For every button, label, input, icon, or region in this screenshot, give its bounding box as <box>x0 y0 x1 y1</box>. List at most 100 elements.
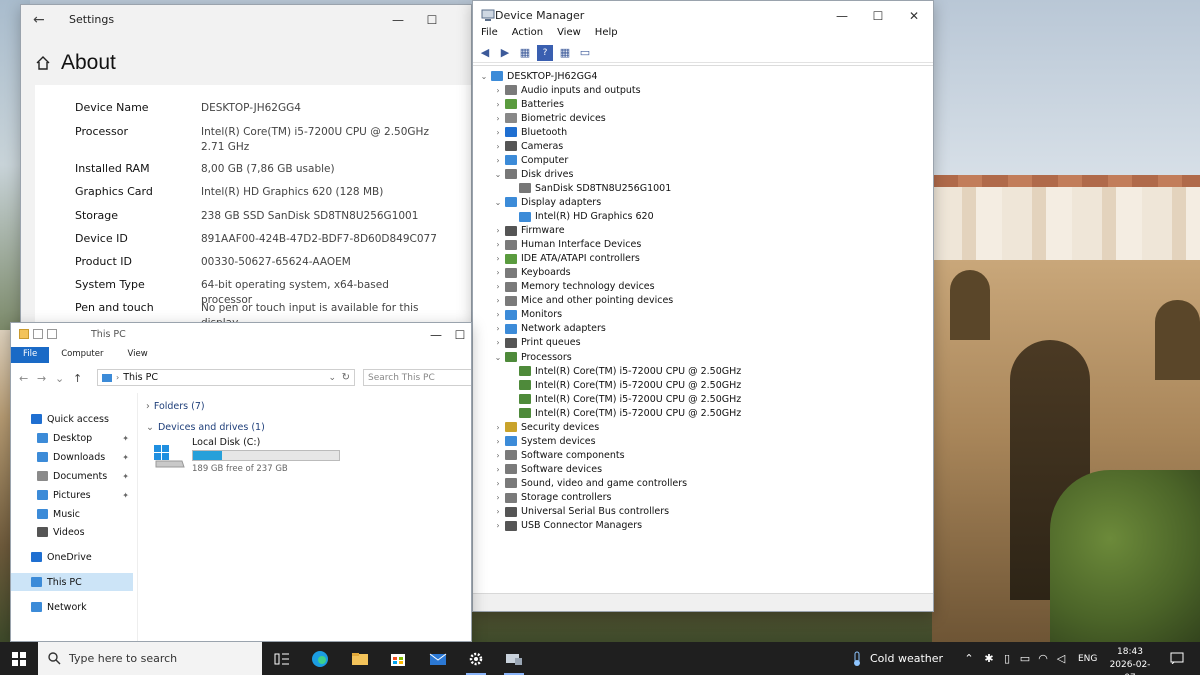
tree-node[interactable]: › Computer <box>493 153 568 167</box>
pin-icon[interactable]: ✦ <box>122 472 129 481</box>
weather-widget[interactable]: Cold weather <box>852 642 943 675</box>
chevron-right-icon[interactable]: › <box>493 493 503 502</box>
tree-node[interactable]: › Universal Serial Bus controllers <box>493 505 669 519</box>
chevron-right-icon[interactable]: › <box>493 226 503 235</box>
chevron-right-icon[interactable]: › <box>493 156 503 165</box>
file-explorer-icon[interactable] <box>342 642 378 675</box>
nav-item[interactable]: Network <box>11 598 133 616</box>
explorer-titlebar[interactable]: This PC — ☐ <box>11 323 471 347</box>
maximize-icon[interactable]: ☐ <box>447 323 471 347</box>
task-view-icon[interactable] <box>264 642 300 675</box>
spec-value[interactable]: DESKTOP-JH62GG4 <box>201 101 437 116</box>
back-arrow-icon[interactable]: ◀ <box>477 45 493 61</box>
tree-root[interactable]: ⌄ DESKTOP-JH62GG4 <box>479 69 598 83</box>
nav-item[interactable]: Music <box>11 505 133 523</box>
forward-arrow-icon[interactable]: → <box>37 372 49 385</box>
chevron-right-icon[interactable]: › <box>493 324 503 333</box>
tree-node[interactable]: › Storage controllers <box>493 491 611 505</box>
refresh-icon[interactable]: ↻ <box>342 372 350 383</box>
chevron-right-icon[interactable]: › <box>493 465 503 474</box>
maximize-icon[interactable]: ☐ <box>409 5 455 35</box>
volume-icon[interactable]: ◁ <box>1054 652 1068 665</box>
spec-value[interactable]: 00330-50627-65624-AAOEM <box>201 255 437 270</box>
spec-value[interactable]: Intel(R) Core(TM) i5-7200U CPU @ 2.50GHz… <box>201 125 437 155</box>
tree-node[interactable]: › Keyboards <box>493 266 570 280</box>
menu-action[interactable]: Action <box>512 27 543 43</box>
tree-node[interactable]: Intel(R) Core(TM) i5-7200U CPU @ 2.50GHz <box>507 406 741 420</box>
notification-icon[interactable] <box>1170 652 1184 664</box>
chevron-right-icon[interactable]: › <box>493 338 503 347</box>
tree-node[interactable]: › Network adapters <box>493 322 605 336</box>
chevron-right-icon[interactable]: › <box>493 521 503 530</box>
search-input[interactable]: Search This PC <box>363 369 471 386</box>
spec-value[interactable]: 238 GB SSD SanDisk SD8TN8U256G1001 <box>201 209 437 224</box>
pin-icon[interactable]: ✦ <box>122 434 129 443</box>
tree-node[interactable]: › USB Connector Managers <box>493 519 642 533</box>
chevron-down-icon[interactable]: ⌄ <box>493 353 503 362</box>
address-bar[interactable]: › This PC ⌄ ↻ <box>97 369 355 386</box>
tree-node[interactable]: › Software devices <box>493 462 602 476</box>
monitor-icon[interactable]: ▭ <box>577 45 593 61</box>
nav-item[interactable]: This PC <box>11 573 133 591</box>
chevron-right-icon[interactable]: › <box>493 282 503 291</box>
dropdown-chevron-icon[interactable]: ⌄ <box>328 373 336 383</box>
nav-item[interactable]: Quick access <box>11 410 133 428</box>
tree-node[interactable]: SanDisk SD8TN8U256G1001 <box>507 181 671 195</box>
tree-node[interactable]: ⌄ Display adapters <box>493 195 602 209</box>
chevron-right-icon[interactable]: › <box>493 128 503 137</box>
tree-node[interactable]: › Batteries <box>493 97 564 111</box>
tab-view[interactable]: View <box>116 347 160 363</box>
tree-node[interactable]: Intel(R) Core(TM) i5-7200U CPU @ 2.50GHz <box>507 392 741 406</box>
tree-node[interactable]: › Firmware <box>493 224 564 238</box>
chevron-up-icon[interactable]: ⌃ <box>962 652 976 665</box>
chevron-right-icon[interactable]: › <box>493 423 503 432</box>
chevron-down-icon[interactable]: ⌄ <box>479 72 489 81</box>
tree-node[interactable]: › Print queues <box>493 336 580 350</box>
store-icon[interactable] <box>380 642 416 675</box>
spec-value[interactable]: Intel(R) HD Graphics 620 (128 MB) <box>201 185 437 200</box>
chevron-right-icon[interactable]: › <box>493 240 503 249</box>
tree-node[interactable]: › Biometric devices <box>493 111 605 125</box>
chevron-down-icon[interactable]: ⌄ <box>493 170 503 179</box>
taskbar-search[interactable]: Type here to search <box>38 642 262 675</box>
folder-icon[interactable] <box>19 329 29 339</box>
up-arrow-icon[interactable]: ↑ <box>73 372 85 385</box>
tree-node[interactable]: › Software components <box>493 448 624 462</box>
device-manager-taskbar-icon[interactable] <box>496 642 532 675</box>
tree-node[interactable]: › Security devices <box>493 420 599 434</box>
tree-node[interactable]: › Monitors <box>493 308 562 322</box>
tree-node[interactable]: Intel(R) HD Graphics 620 <box>507 210 654 224</box>
recent-locations-icon[interactable]: ⌄ <box>55 372 67 385</box>
document-icon[interactable] <box>47 329 57 339</box>
forward-arrow-icon[interactable]: ▶ <box>497 45 513 61</box>
spec-value[interactable]: 891AAF00-424B-47D2-BDF7-8D60D849C077 <box>201 232 437 247</box>
wifi-icon[interactable]: ◠ <box>1036 652 1050 665</box>
nav-item[interactable]: Downloads ✦ <box>11 448 133 466</box>
bluetooth-icon[interactable]: ✱ <box>982 652 996 665</box>
tree-node[interactable]: › Mice and other pointing devices <box>493 294 673 308</box>
chevron-right-icon[interactable]: › <box>493 142 503 151</box>
pin-icon[interactable]: ✦ <box>122 453 129 462</box>
battery-icon[interactable]: ▭ <box>1018 652 1032 665</box>
tree-node[interactable]: › Audio inputs and outputs <box>493 83 640 97</box>
menu-file[interactable]: File <box>481 27 498 43</box>
tree-node[interactable]: › System devices <box>493 434 595 448</box>
tab-computer[interactable]: Computer <box>49 347 115 363</box>
chevron-right-icon[interactable]: › <box>493 100 503 109</box>
chevron-right-icon[interactable]: › <box>493 451 503 460</box>
input-language[interactable]: ENG <box>1078 654 1097 664</box>
settings-gear-icon[interactable] <box>458 642 494 675</box>
properties-grid-icon[interactable]: ▦ <box>517 45 533 61</box>
tree-node[interactable]: › Sound, video and game controllers <box>493 476 687 490</box>
tree-node[interactable]: Intel(R) Core(TM) i5-7200U CPU @ 2.50GHz <box>507 378 741 392</box>
tree-node[interactable]: Intel(R) Core(TM) i5-7200U CPU @ 2.50GHz <box>507 364 741 378</box>
chevron-right-icon[interactable]: › <box>493 296 503 305</box>
chevron-right-icon[interactable]: › <box>493 310 503 319</box>
folders-group-header[interactable]: › Folders (7) <box>146 401 205 412</box>
tree-node[interactable]: › Cameras <box>493 139 563 153</box>
chevron-right-icon[interactable]: › <box>493 114 503 123</box>
mail-icon[interactable] <box>420 642 456 675</box>
start-button[interactable] <box>0 642 38 675</box>
chevron-right-icon[interactable]: › <box>493 479 503 488</box>
chevron-right-icon[interactable]: › <box>493 507 503 516</box>
